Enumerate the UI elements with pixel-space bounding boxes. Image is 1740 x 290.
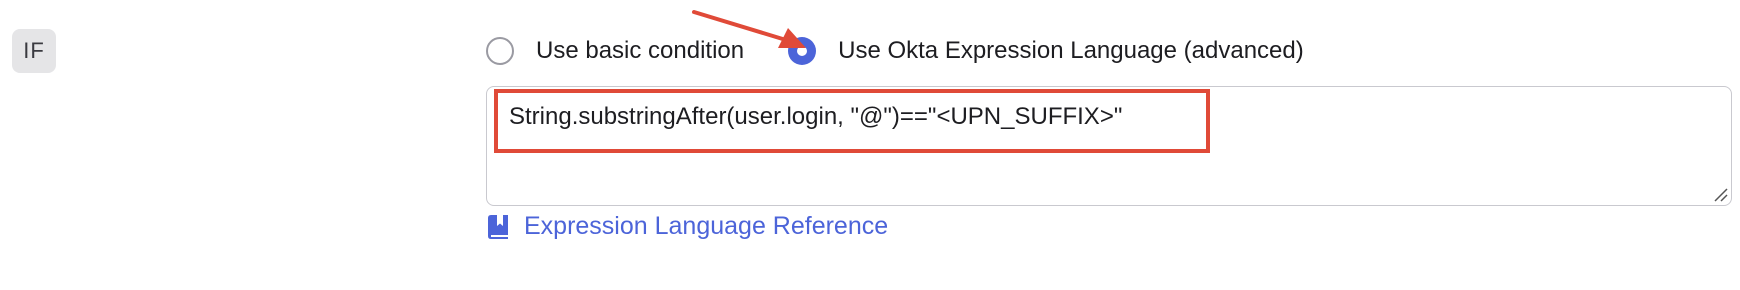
annotation-arrow	[692, 10, 806, 48]
resize-handle-icon[interactable]	[1712, 186, 1728, 202]
expression-language-reference-link[interactable]: Expression Language Reference	[488, 212, 888, 241]
if-label: IF	[23, 38, 45, 63]
expression-condition-panel: IF Use basic condition Use Okta Expressi…	[0, 0, 1740, 290]
condition-mode-radio-group: Use basic condition Use Okta Expression …	[486, 34, 1304, 68]
advanced-expression-label[interactable]: Use Okta Expression Language (advanced)	[838, 37, 1304, 65]
expression-textarea[interactable]: String.substringAfter(user.login, "@")==…	[486, 86, 1732, 206]
reference-link-label[interactable]: Expression Language Reference	[524, 212, 888, 241]
advanced-expression-option[interactable]: Use Okta Expression Language (advanced)	[788, 37, 1304, 65]
if-badge: IF	[12, 29, 56, 73]
expression-value[interactable]: String.substringAfter(user.login, "@")==…	[509, 103, 1122, 131]
basic-condition-radio[interactable]	[486, 37, 514, 65]
book-icon	[488, 214, 508, 239]
